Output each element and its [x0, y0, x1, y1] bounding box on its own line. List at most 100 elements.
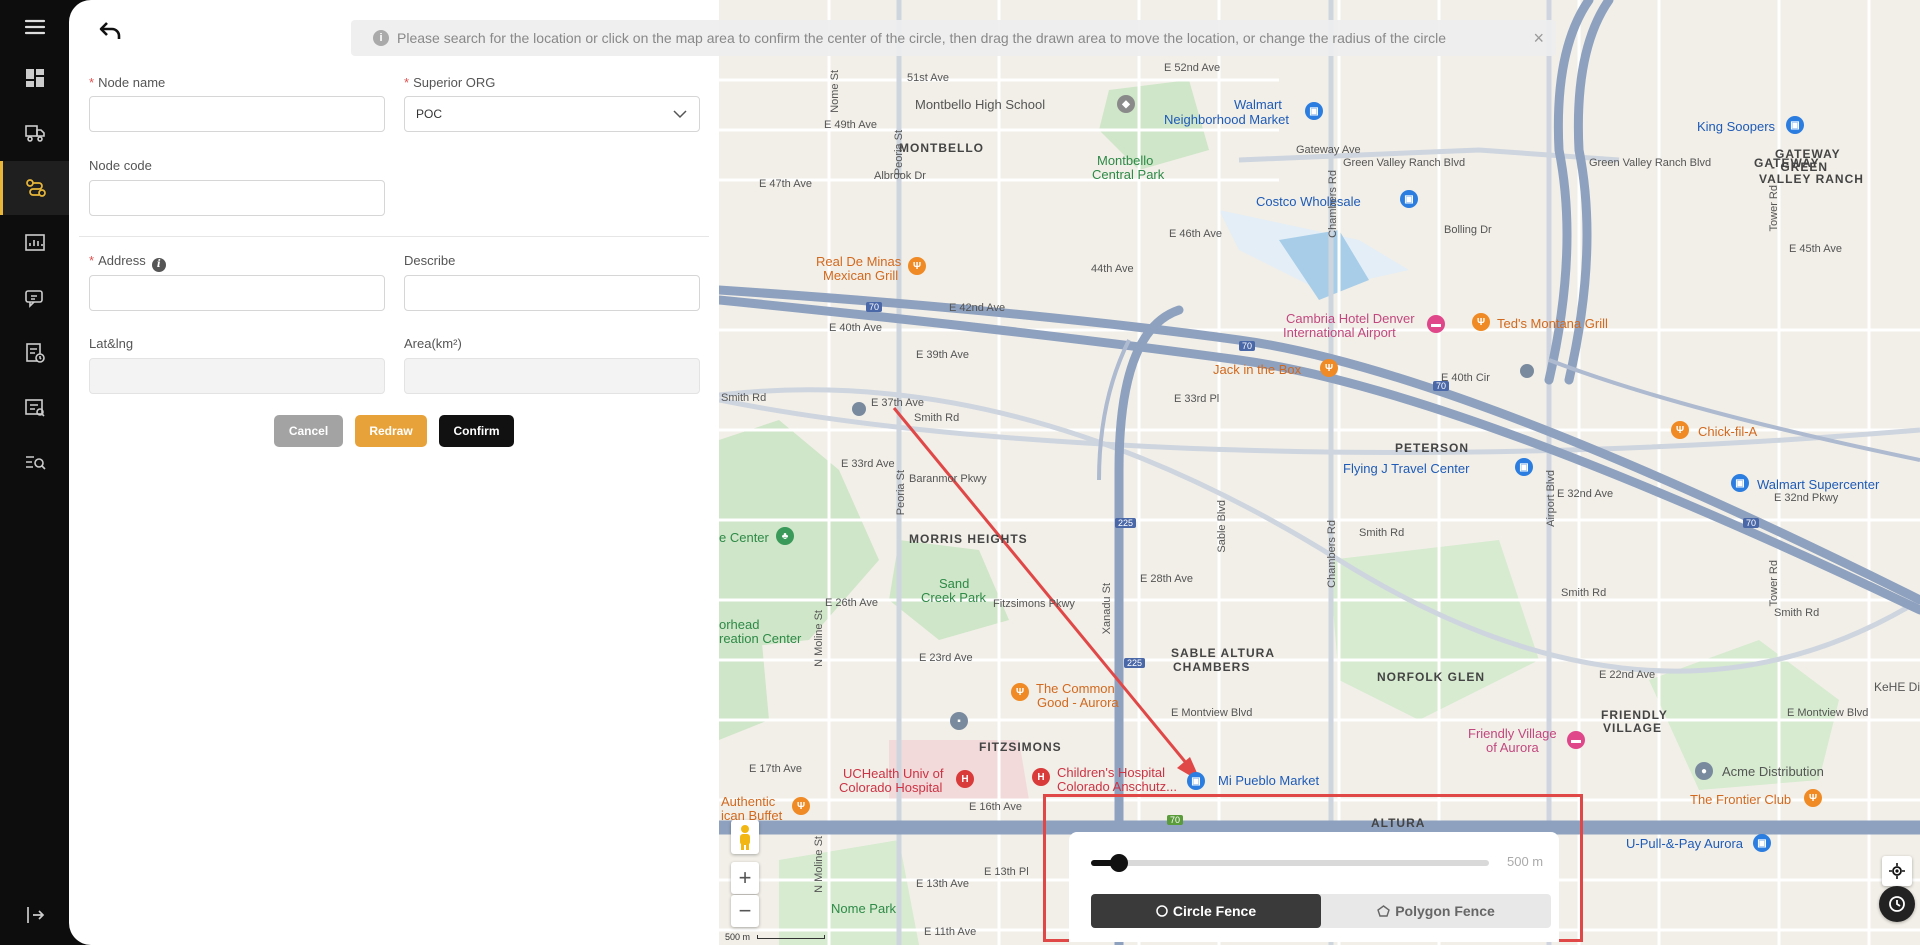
- back-arrow-icon[interactable]: [97, 18, 123, 44]
- poi-label: Neighborhood Market: [1164, 112, 1290, 127]
- search-list-icon[interactable]: [0, 436, 69, 490]
- scale-bar: [757, 935, 825, 939]
- building-pin-icon[interactable]: ●: [1695, 762, 1713, 780]
- street-label: Tower Rd: [1768, 185, 1780, 232]
- divider: [79, 236, 709, 237]
- instruction-text: Please search for the location or click …: [397, 30, 1447, 46]
- street-label: E 52nd Ave: [1164, 62, 1221, 74]
- poi-label: of Aurora: [1486, 740, 1539, 755]
- street-label: 44th Ave: [1091, 263, 1134, 275]
- restaurant-pin-icon[interactable]: Ψ: [1804, 789, 1822, 807]
- poi-label: Sand: [939, 576, 970, 591]
- street-label: Green Valley Ranch Blvd: [1343, 157, 1466, 169]
- street-label: E 33rd Ave: [841, 458, 895, 470]
- shopping-pin-icon[interactable]: ▣: [1187, 772, 1205, 790]
- hospital-pin-icon[interactable]: H: [1032, 768, 1050, 786]
- restaurant-pin-icon[interactable]: Ψ: [1472, 313, 1490, 331]
- restaurant-pin-icon[interactable]: Ψ: [1671, 421, 1689, 439]
- school-pin-icon[interactable]: ◆: [1117, 95, 1135, 113]
- park-pin-icon[interactable]: ♣: [776, 527, 794, 545]
- restaurant-pin-icon[interactable]: Ψ: [792, 797, 810, 815]
- shopping-pin-icon[interactable]: ▣: [1753, 834, 1771, 852]
- polygon-icon: [1377, 905, 1391, 917]
- redraw-button[interactable]: Redraw: [355, 415, 427, 447]
- node-code-input[interactable]: [89, 180, 385, 216]
- poi-label: Good - Aurora: [1037, 695, 1119, 710]
- restaurant-pin-icon[interactable]: Ψ: [1011, 683, 1029, 701]
- poi-label: Flying J Travel Center: [1343, 461, 1470, 476]
- bus-stop-pin-icon[interactable]: [1520, 364, 1534, 378]
- poi-label: Montbello: [1097, 153, 1154, 168]
- node-name-input[interactable]: [89, 96, 385, 132]
- restaurant-pin-icon[interactable]: Ψ: [908, 257, 926, 275]
- shopping-pin-icon[interactable]: ▣: [1400, 190, 1418, 208]
- street-label: E 17th Ave: [749, 763, 803, 775]
- slider-knob[interactable]: [1109, 854, 1128, 872]
- street-label: Airport Blvd: [1545, 470, 1557, 527]
- locate-me-icon[interactable]: [1882, 856, 1912, 886]
- poi-label: Chick-fil-A: [1698, 424, 1758, 439]
- street-label: Peoria St: [893, 130, 905, 176]
- logout-icon[interactable]: [0, 888, 69, 942]
- street-label: Gateway Ave: [1296, 144, 1361, 156]
- bus-stop-pin-icon[interactable]: [852, 402, 866, 416]
- polygon-fence-tab[interactable]: Polygon Fence: [1321, 894, 1551, 928]
- radius-slider[interactable]: [1091, 854, 1489, 872]
- shopping-pin-icon[interactable]: ▣: [1515, 458, 1533, 476]
- close-icon[interactable]: ×: [1533, 28, 1544, 49]
- map-label: MORRIS HEIGHTS: [909, 532, 1028, 546]
- describe-input[interactable]: [404, 275, 700, 311]
- task-icon[interactable]: [0, 326, 69, 380]
- poi-label: Nome Park: [831, 901, 897, 916]
- shopping-pin-icon[interactable]: ▣: [1731, 474, 1749, 492]
- chat-icon[interactable]: [0, 271, 69, 325]
- poi-label: UCHealth Univ of: [843, 766, 944, 781]
- shopping-pin-icon[interactable]: ▣: [1786, 116, 1804, 134]
- street-label: E 37th Ave: [871, 397, 925, 409]
- zoom-out-button[interactable]: −: [731, 895, 759, 927]
- restaurant-pin-icon[interactable]: Ψ: [1320, 359, 1338, 377]
- hotel-pin-icon[interactable]: ▬: [1567, 731, 1585, 749]
- superior-org-select[interactable]: POC: [404, 96, 700, 132]
- shopping-pin-icon[interactable]: ▣: [1305, 102, 1323, 120]
- cancel-button[interactable]: Cancel: [274, 415, 343, 447]
- street-label: E 47th Ave: [759, 178, 813, 190]
- street-label: E 32nd Ave: [1557, 488, 1614, 500]
- truck-icon[interactable]: [0, 106, 69, 160]
- required-mark: *: [89, 75, 95, 90]
- street-view-pegman-icon[interactable]: [731, 820, 759, 854]
- poi-label: Colorado Anschutz...: [1057, 779, 1177, 794]
- report-icon[interactable]: [0, 216, 69, 270]
- audit-icon[interactable]: [0, 381, 69, 435]
- zoom-in-button[interactable]: +: [731, 862, 759, 894]
- sidebar: [0, 0, 69, 945]
- dashboard-icon[interactable]: [0, 51, 69, 105]
- info-icon[interactable]: i: [151, 257, 166, 272]
- poi-label: Children's Hospital: [1057, 765, 1165, 780]
- street-label: E 26th Ave: [825, 597, 879, 609]
- hotel-pin-icon[interactable]: ▬: [1427, 315, 1445, 333]
- street-label: N Moline St: [813, 836, 825, 893]
- route-node-icon[interactable]: [0, 161, 69, 215]
- transit-pin-icon[interactable]: ▪: [950, 712, 968, 730]
- address-input[interactable]: [89, 275, 385, 311]
- hospital-pin-icon[interactable]: H: [956, 770, 974, 788]
- highway-shield: 70: [1743, 518, 1760, 528]
- map-label: SABLE ALTURA: [1171, 646, 1275, 660]
- highway-shield: 225: [1124, 658, 1146, 668]
- history-icon[interactable]: [1879, 886, 1915, 922]
- menu-icon[interactable]: [0, 0, 69, 54]
- poi-label: Jack in the Box: [1213, 362, 1302, 377]
- poi-label: Ted's Montana Grill: [1497, 316, 1608, 331]
- map-label: MONTBELLO: [899, 141, 984, 155]
- street-label: E 13th Ave: [916, 878, 970, 890]
- street-label: E 32nd Pkwy: [1774, 492, 1839, 504]
- street-label: E 46th Ave: [1169, 228, 1223, 240]
- circle-fence-tab[interactable]: Circle Fence: [1091, 894, 1321, 928]
- area-label: Area(km²): [404, 336, 462, 351]
- chevron-down-icon: [673, 110, 687, 119]
- street-label: E 49th Ave: [824, 119, 878, 131]
- confirm-button[interactable]: Confirm: [439, 415, 514, 447]
- poi-label: Mi Pueblo Market: [1218, 773, 1320, 788]
- poi-label: Cambria Hotel Denver: [1286, 311, 1415, 326]
